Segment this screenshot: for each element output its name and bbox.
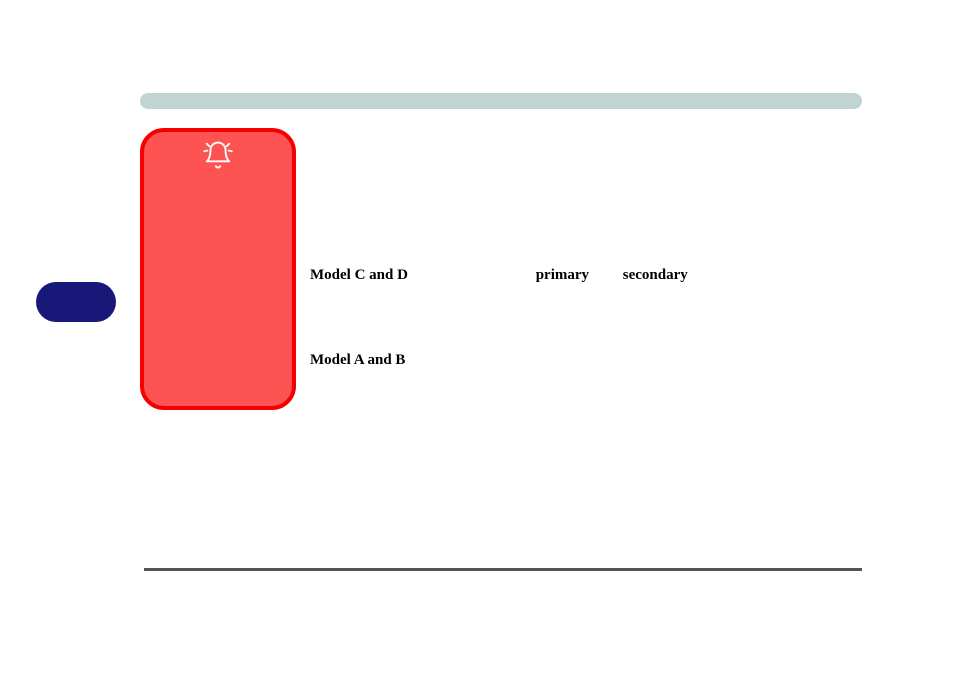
bell-icon [203, 140, 233, 170]
model-cd-label: Model C and D [310, 267, 408, 284]
secondary-label: secondary [623, 267, 688, 284]
blue-pill [36, 282, 116, 322]
red-card [140, 128, 296, 410]
primary-label: primary [536, 267, 589, 284]
top-bar [140, 93, 862, 109]
text-row-1: Model C and D primary secondary [310, 267, 688, 284]
bottom-divider [144, 568, 862, 571]
text-row-2: Model A and B [310, 352, 405, 369]
model-ab-label: Model A and B [310, 352, 405, 368]
